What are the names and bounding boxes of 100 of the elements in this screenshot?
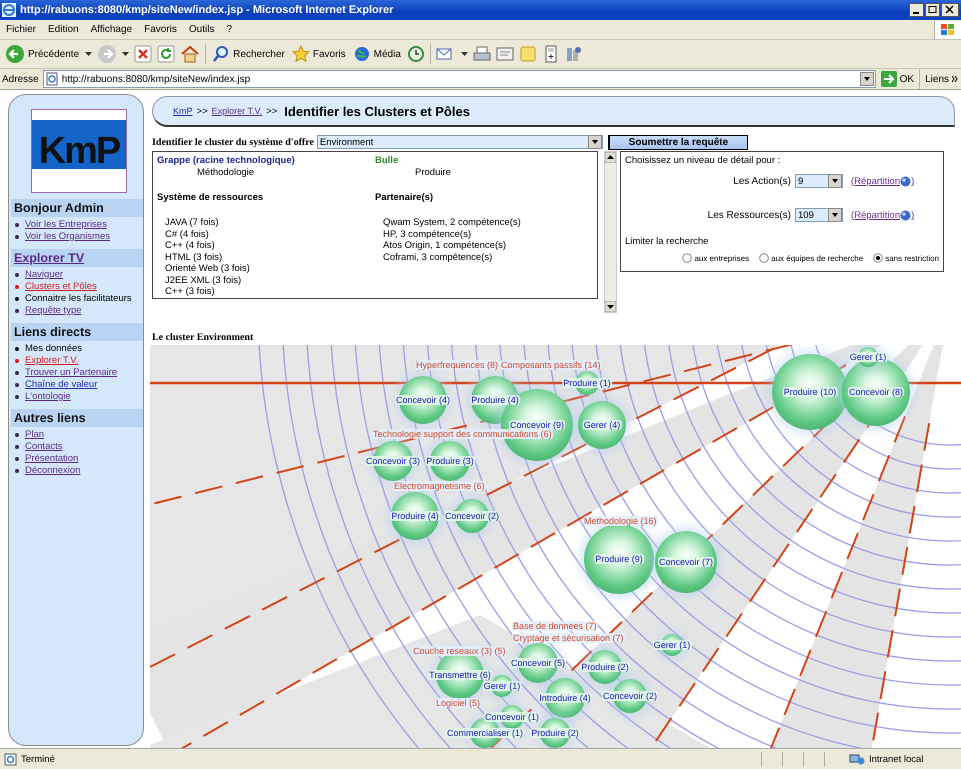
window-controls-icon[interactable] [909, 3, 959, 17]
sidebar-link[interactable]: Contacts [25, 441, 62, 453]
status-text: Terminé [21, 754, 56, 764]
sidebar-link[interactable]: Voir les Entreprises [25, 219, 107, 231]
sidebar-link[interactable]: Voir les Organismes [25, 231, 110, 243]
scroll-down-icon[interactable] [605, 301, 616, 312]
cluster-label: Base de donnees (7) [512, 621, 598, 631]
page-title: Identifier les Clusters et Pôles [284, 104, 470, 118]
submit-button[interactable]: Soumettre la requête [608, 134, 748, 150]
bullet-icon [15, 297, 19, 301]
bullet-icon [15, 223, 19, 227]
sidebar-text: Connaitre les facilitateurs [25, 293, 132, 305]
go-arrow-icon [880, 71, 897, 87]
distribution-link[interactable]: (Répartition ) [851, 176, 939, 186]
search-button[interactable]: Rechercher [211, 44, 286, 64]
search-icon [212, 45, 230, 63]
level-select[interactable]: 9 [795, 174, 843, 188]
address-field[interactable]: http://rabuons:8080/kmp/siteNew/index.jsp [42, 70, 876, 88]
info-heading: Partenaire(s) [375, 192, 434, 203]
breadcrumb-link[interactable]: Explorer T.V. [212, 106, 262, 116]
bubble-label: Commercialiser (1) [446, 728, 524, 738]
info-value: Méthodologie [196, 167, 256, 178]
links-button[interactable]: Liens [924, 72, 959, 86]
cluster-select[interactable]: Environment [316, 135, 603, 149]
star-icon [292, 45, 310, 63]
refresh-icon[interactable] [157, 45, 176, 63]
scrollbar[interactable] [604, 151, 617, 313]
back-button[interactable]: Précédente [4, 43, 80, 65]
media-button[interactable]: Média [352, 44, 402, 64]
cluster-label: Cryptage et sécurisation (7) [512, 633, 625, 643]
bubble-label: Concevoir (1) [484, 712, 540, 722]
resource-item: C# (4 fois) [164, 228, 210, 240]
bubble-label: Concevoir (4) [394, 395, 452, 405]
bubble-label: Produire (4) [470, 395, 520, 405]
window-title: http://rabuons:8080/kmp/siteNew/index.jsp - Microsoft Internet Explorer [20, 4, 394, 16]
sidebar-link[interactable]: Chaîne de valeur [25, 379, 98, 391]
bullet-icon [15, 347, 19, 351]
bubble-label: Concevoir (5) [510, 658, 566, 668]
sidebar-link[interactable]: Trouver un Partenaire [25, 367, 118, 379]
bullet-icon [15, 309, 19, 313]
edit-icon[interactable] [496, 45, 514, 63]
level-select[interactable]: 109 [795, 208, 843, 222]
partner-item: Atos Origin, 1 compétence(s) [382, 240, 508, 252]
radio-label: aux équipes de recherche [771, 254, 864, 262]
section-heading: Bonjour Admin [11, 199, 143, 217]
sidebar-link[interactable]: Plan [25, 429, 44, 441]
sidebar-link[interactable]: Requête type [25, 305, 82, 317]
scroll-up-icon[interactable] [605, 152, 616, 163]
bubble-label: Transmettre (6) [428, 670, 492, 680]
kmp-logo: KmP [31, 109, 127, 193]
bubble-label: Produire (9) [594, 554, 644, 564]
sidebar-link[interactable]: Déconnexion [25, 465, 80, 477]
history-icon[interactable] [406, 45, 425, 63]
sidebar-link[interactable]: L'ontologie [25, 391, 71, 403]
bubble-label: Gerer (1) [482, 681, 522, 691]
stop-icon[interactable] [134, 45, 152, 63]
sidebar-link[interactable]: Naviguer [25, 269, 64, 281]
radio-button[interactable] [682, 253, 692, 263]
cluster-label: Logiciel (5) [435, 698, 482, 708]
cluster-label: Methodologie (16) [583, 516, 658, 526]
bubble-label: Produire (4) [390, 511, 440, 521]
sidebar-link[interactable]: Clusters et Pôles [25, 281, 97, 293]
caret-icon[interactable] [85, 52, 92, 56]
bullet-icon [15, 395, 19, 399]
sidebar-link[interactable]: Présentation [25, 453, 78, 465]
info-value: Produire [414, 167, 452, 178]
bubble-label: Gerer (1) [652, 640, 692, 650]
radio-button[interactable] [873, 253, 884, 263]
help-icon[interactable] [900, 176, 912, 186]
bubble-label: Concevoir (3) [364, 456, 422, 466]
cluster-title: Le cluster Environment [152, 332, 254, 343]
menu-item[interactable]: Fichier [0, 24, 42, 35]
print-icon[interactable] [472, 45, 491, 63]
go-button[interactable]: OK [880, 70, 916, 88]
menu-item[interactable]: Affichage [84, 24, 138, 35]
caret-icon[interactable] [122, 52, 130, 56]
page-icon [4, 752, 17, 766]
bubble-label: Concevoir (9) [508, 420, 566, 430]
sidebar-link[interactable]: Explorer T.V. [25, 355, 78, 367]
help-icon[interactable] [900, 210, 912, 220]
breadcrumb-link[interactable]: KmP [173, 106, 193, 116]
favorites-button[interactable]: Favoris [290, 44, 347, 64]
menu-item[interactable]: Favoris [138, 24, 183, 35]
section-heading: Autres liens [11, 409, 143, 427]
caret-icon[interactable] [460, 52, 468, 56]
cluster-label: Couche reseaux (3) (5) [412, 646, 507, 656]
home-icon[interactable] [180, 44, 200, 64]
cluster-label: Hyperfrequences (8) [415, 360, 500, 370]
bullet-icon [15, 359, 19, 363]
distribution-link[interactable]: (Répartition ) [851, 210, 939, 220]
network-icon [849, 752, 865, 766]
menu-item[interactable]: Edition [42, 24, 85, 35]
radio-button[interactable] [759, 253, 770, 263]
section-link[interactable]: Explorer TV [11, 249, 143, 267]
breadcrumb-separator: >> [266, 106, 278, 116]
bubble-label: Gerer (4) [582, 420, 622, 430]
bubble-label: Concevoir (8) [848, 387, 904, 397]
menu-item[interactable]: Outils [182, 24, 220, 35]
bubble-label: Produire (3) [425, 456, 475, 466]
menu-item[interactable]: ? [220, 24, 238, 35]
